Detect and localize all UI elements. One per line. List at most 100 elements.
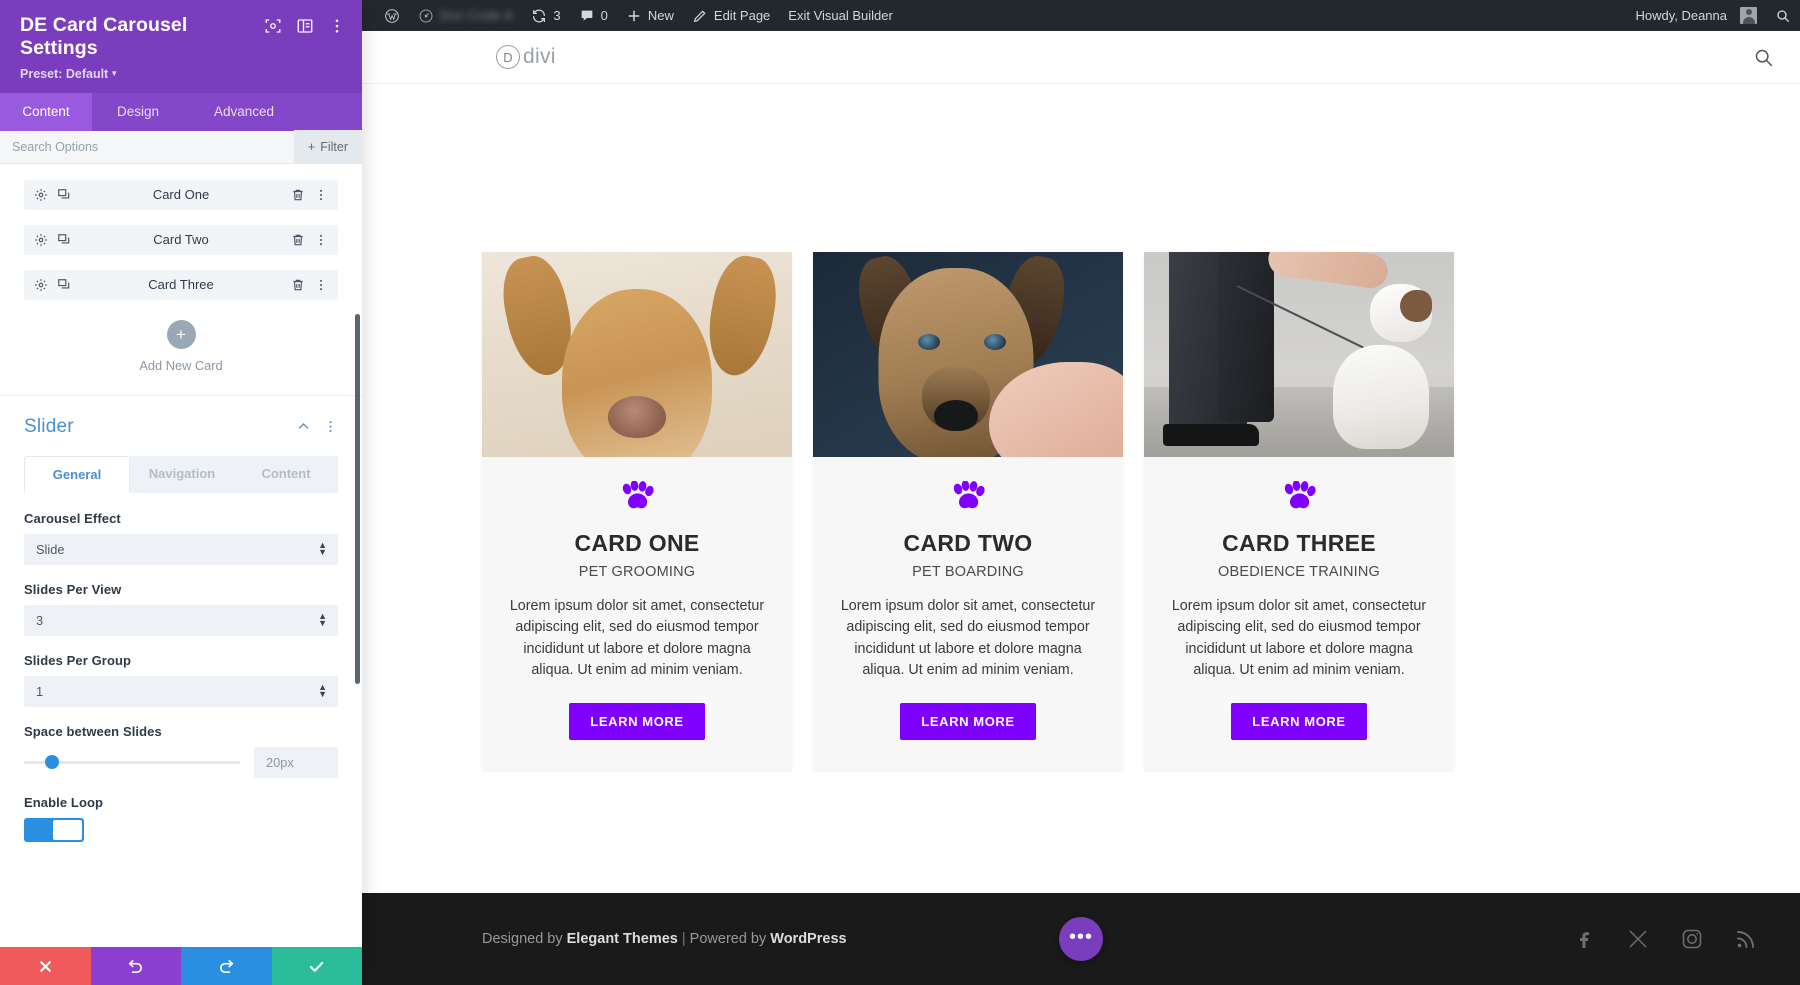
expand-icon[interactable] [264, 17, 282, 35]
carousel-card[interactable]: CARD THREE OBEDIENCE TRAINING Lorem ipsu… [1144, 252, 1454, 770]
divi-logo-mark: D [496, 45, 520, 69]
card-item-more-icon[interactable] [314, 233, 328, 247]
check-icon [310, 961, 324, 972]
new-label: New [647, 8, 674, 23]
tab-content[interactable]: Content [0, 92, 92, 131]
panel-more-icon[interactable] [328, 17, 346, 35]
learn-more-button[interactable]: LEARN MORE [569, 702, 705, 740]
edit-page-button[interactable]: Edit Page [683, 0, 779, 31]
discard-changes-button[interactable] [0, 947, 91, 985]
wp-logo-button[interactable] [375, 0, 409, 31]
redo-button[interactable] [181, 947, 272, 985]
rss-icon[interactable] [1734, 927, 1758, 951]
slides-per-view-select[interactable]: 3 ▲ ▼ [24, 604, 338, 636]
card-body-text: Lorem ipsum dolor sit amet, consectetur … [840, 598, 1096, 678]
new-content-button[interactable]: New [617, 0, 683, 31]
carousel-card[interactable]: CARD ONE PET GROOMING Lorem ipsum dolor … [482, 252, 792, 770]
divi-logo[interactable]: D divi [496, 45, 556, 69]
card-item-row[interactable]: Card One [24, 179, 338, 210]
card-image [1144, 252, 1454, 457]
learn-more-button[interactable]: LEARN MORE [900, 702, 1036, 740]
section-more-icon[interactable] [323, 419, 338, 434]
card-item-row[interactable]: Card Two [24, 224, 338, 255]
card-items-list: Card One Card Two Card Three + Add New C… [0, 164, 362, 395]
site-search-button[interactable] [1753, 47, 1774, 68]
chevron-up-icon[interactable] [296, 419, 311, 434]
undo-button[interactable] [90, 947, 181, 985]
trash-icon[interactable] [291, 188, 305, 202]
card-item-more-icon[interactable] [314, 278, 328, 292]
x-icon[interactable] [1626, 927, 1650, 951]
updates-button[interactable]: 3 [522, 0, 569, 31]
card-subtitle: PET GROOMING [578, 564, 696, 581]
instagram-icon[interactable] [1680, 927, 1704, 951]
field-slides-per-group: Slides Per Group 1 ▲ ▼ [24, 653, 338, 707]
tab-design[interactable]: Design [92, 93, 184, 131]
duplicate-icon[interactable] [57, 188, 71, 202]
module-settings-panel: DE Card Carousel Settings Preset: Defaul… [0, 0, 362, 985]
wordpress-icon [385, 8, 399, 23]
paw-icon [622, 481, 654, 509]
learn-more-button[interactable]: LEARN MORE [1231, 702, 1367, 740]
search-icon [1755, 49, 1773, 66]
card-item-row[interactable]: Card Three [24, 269, 338, 300]
gear-icon[interactable] [34, 278, 48, 292]
filter-button[interactable]: + Filter [293, 130, 362, 164]
elegant-themes-link[interactable]: Elegant Themes [567, 931, 678, 947]
admin-search-button[interactable] [1766, 0, 1800, 31]
subtab-content[interactable]: Content [234, 455, 338, 493]
add-new-card-button[interactable]: + [166, 319, 196, 349]
card-item-more-icon[interactable] [314, 188, 328, 202]
panel-scrollbar[interactable] [355, 313, 360, 684]
page-title: DE Card Carousel Settings [20, 14, 188, 60]
footer-separator: | [677, 931, 690, 947]
panel-header: DE Card Carousel Settings Preset: Defaul… [0, 0, 362, 93]
chevron-down-icon: ▼ [110, 68, 119, 78]
gear-icon[interactable] [34, 233, 48, 247]
exit-visual-builder-button[interactable]: Exit Visual Builder [779, 0, 902, 31]
footer-credits: Designed by Elegant Themes | Powered by … [482, 931, 847, 947]
wp-admin-bar: Divi Code A 3 0 New Edit Page Exit Visua… [362, 0, 1800, 31]
card-subtitle: OBEDIENCE TRAINING [1217, 564, 1381, 581]
duplicate-icon[interactable] [57, 278, 71, 292]
enable-loop-toggle[interactable] [24, 817, 84, 842]
account-menu[interactable]: Howdy, Deanna [1626, 0, 1766, 31]
slider-thumb[interactable] [45, 755, 60, 770]
carousel-effect-select[interactable]: Slide ▲ ▼ [24, 533, 338, 565]
facebook-icon[interactable] [1572, 927, 1596, 951]
save-button[interactable] [271, 947, 362, 985]
space-between-slider[interactable] [24, 755, 240, 770]
chevron-updown-icon: ▲ ▼ [318, 540, 327, 558]
gear-icon[interactable] [34, 188, 48, 202]
field-label: Carousel Effect [24, 510, 121, 526]
field-slides-per-view: Slides Per View 3 ▲ ▼ [24, 582, 338, 636]
comments-count: 0 [600, 8, 608, 23]
add-new-card-area: + Add New Card [24, 315, 338, 395]
redo-icon [219, 959, 234, 973]
duplicate-icon[interactable] [57, 233, 71, 247]
subtab-navigation[interactable]: Navigation [130, 455, 234, 493]
carousel-card[interactable]: CARD TWO PET BOARDING Lorem ipsum dolor … [813, 252, 1123, 770]
social-links [1572, 927, 1758, 951]
trash-icon[interactable] [291, 233, 305, 247]
slides-per-group-select[interactable]: 1 ▲ ▼ [24, 675, 338, 707]
preset-selector[interactable]: Preset: Default ▼ [20, 67, 346, 81]
panel-body: Card One Card Two Card Three + Add New C… [0, 164, 362, 985]
space-between-value[interactable]: 20px [254, 746, 338, 778]
card-body-text: Lorem ipsum dolor sit amet, consectetur … [1171, 598, 1427, 678]
subtab-general[interactable]: General [24, 455, 130, 493]
card-carousel: CARD ONE PET GROOMING Lorem ipsum dolor … [362, 84, 1800, 770]
preview-area: Divi Code A 3 0 New Edit Page Exit Visua… [362, 0, 1800, 985]
builder-fab-button[interactable]: ••• [1059, 917, 1103, 961]
tab-advanced[interactable]: Advanced [184, 93, 304, 131]
search-input[interactable] [0, 139, 294, 154]
site-name-button[interactable]: Divi Code A [409, 0, 522, 31]
comments-button[interactable]: 0 [570, 0, 617, 31]
select-value: 1 [36, 683, 44, 699]
site-name-label: Divi Code A [440, 8, 514, 23]
panel-layout-icon[interactable] [296, 17, 314, 35]
field-label: Slides Per Group [24, 652, 132, 668]
trash-icon[interactable] [291, 278, 305, 292]
wordpress-link[interactable]: WordPress [770, 931, 846, 947]
powered-by-label: Powered by [689, 931, 771, 947]
